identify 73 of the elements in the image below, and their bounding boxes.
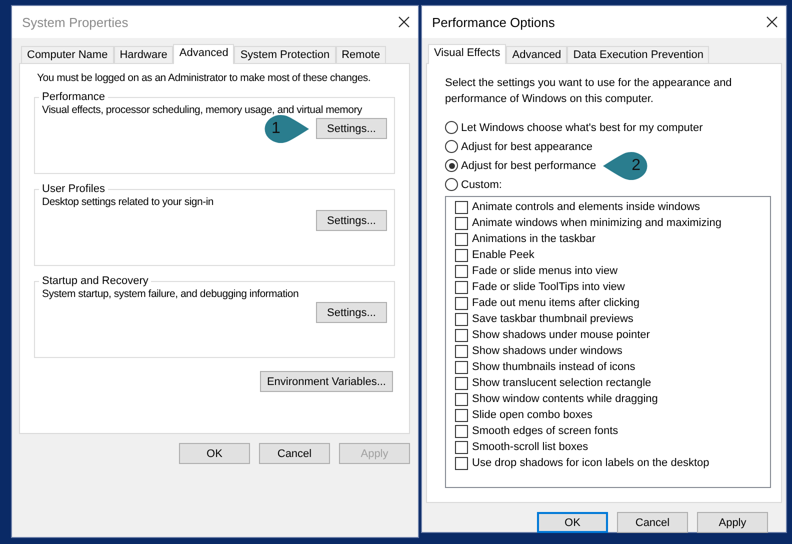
close-icon[interactable] [398,16,410,28]
effect-label[interactable]: Smooth edges of screen fonts [472,423,618,439]
dialog-button[interactable]: Cancel [259,443,330,464]
settings-button[interactable]: Settings... [316,210,387,231]
group-description: Desktop settings related to your sign-in [42,195,214,210]
tab[interactable]: Data Execution Prevention [567,46,710,63]
group-description: Visual effects, processor scheduling, memory usage, and virtual memory [42,103,362,118]
tab[interactable]: System Protection [234,46,336,63]
effect-label[interactable]: Animations in the taskbar [472,231,596,247]
checkbox[interactable] [455,344,468,358]
checkbox[interactable] [455,424,468,438]
dialog-button[interactable]: OK [179,443,250,464]
checkbox[interactable] [455,264,468,278]
checkbox[interactable] [455,216,468,230]
checkbox[interactable] [455,456,468,470]
checkbox[interactable] [455,232,468,246]
effect-label[interactable]: Show shadows under mouse pointer [472,327,650,343]
tab[interactable]: Advanced [173,44,234,64]
checkbox[interactable] [455,248,468,262]
tab[interactable]: Hardware [114,46,174,63]
effect-label[interactable]: Animate controls and elements inside windows [472,199,700,215]
environment-variables-button[interactable]: Environment Variables... [260,371,393,392]
checkbox[interactable] [455,312,468,326]
radio-button[interactable] [445,159,458,172]
dialog-button[interactable]: Cancel [617,512,688,533]
checkbox[interactable] [455,376,468,390]
notice-text: You must be logged on as an Administrator to make most of these changes. [37,71,371,86]
effect-label[interactable]: Show shadows under windows [472,343,622,359]
effect-label[interactable]: Save taskbar thumbnail previews [472,311,634,327]
checkbox[interactable] [455,440,468,454]
settings-button[interactable]: Settings... [316,302,387,323]
radio-button[interactable] [445,121,458,134]
effect-label[interactable]: Fade or slide menus into view [472,263,618,279]
intro-text: Select the settings you want to use for the appearance and performance of Windows on this computer. [445,76,733,107]
radio-button[interactable] [445,140,458,153]
effect-label[interactable]: Show thumbnails instead of icons [472,359,636,375]
dialog-button[interactable]: Apply [697,512,768,533]
window-title: Performance Options [432,14,555,30]
effect-label[interactable]: Smooth-scroll list boxes [472,439,588,455]
checkbox[interactable] [455,328,468,342]
effect-label[interactable]: Slide open combo boxes [472,407,592,423]
effect-label[interactable]: Show window contents while dragging [472,391,658,407]
checkbox[interactable] [455,296,468,310]
group-title: User Profiles [41,182,106,196]
option-label[interactable]: Let Windows choose what's best for my computer [461,120,703,136]
effect-label[interactable]: Animate windows when minimizing and maximizing [472,215,722,231]
effect-label[interactable]: Fade out menu items after clicking [472,295,640,311]
tab[interactable]: Remote [336,46,386,63]
radio-button[interactable] [445,178,458,191]
tab[interactable]: Visual Effects [428,44,506,64]
group-title: Startup and Recovery [41,274,150,288]
settings-button[interactable]: Settings... [316,118,387,139]
checkbox[interactable] [455,392,468,406]
dialog-button[interactable]: OK [537,512,608,533]
option-label[interactable]: Adjust for best performance [461,158,596,174]
checkbox[interactable] [455,360,468,374]
checkbox[interactable] [455,200,468,214]
effect-label[interactable]: Enable Peek [472,247,534,263]
option-label[interactable]: Custom: [461,176,502,192]
group-description: System startup, system failure, and debugging information [42,287,299,302]
group-title: Performance [41,90,106,104]
close-icon[interactable] [766,16,778,28]
checkbox[interactable] [455,408,468,422]
option-label[interactable]: Adjust for best appearance [461,138,592,154]
callout-number: 2 [630,156,642,174]
effect-label[interactable]: Fade or slide ToolTips into view [472,279,625,295]
effect-label[interactable]: Show translucent selection rectangle [472,375,652,391]
checkbox[interactable] [455,280,468,294]
tab[interactable]: Advanced [506,46,568,63]
tab[interactable]: Computer Name [21,46,114,63]
effect-label[interactable]: Use drop shadows for icon labels on the desktop [472,455,710,471]
callout-number: 1 [270,120,282,138]
window-title: System Properties [22,14,128,30]
